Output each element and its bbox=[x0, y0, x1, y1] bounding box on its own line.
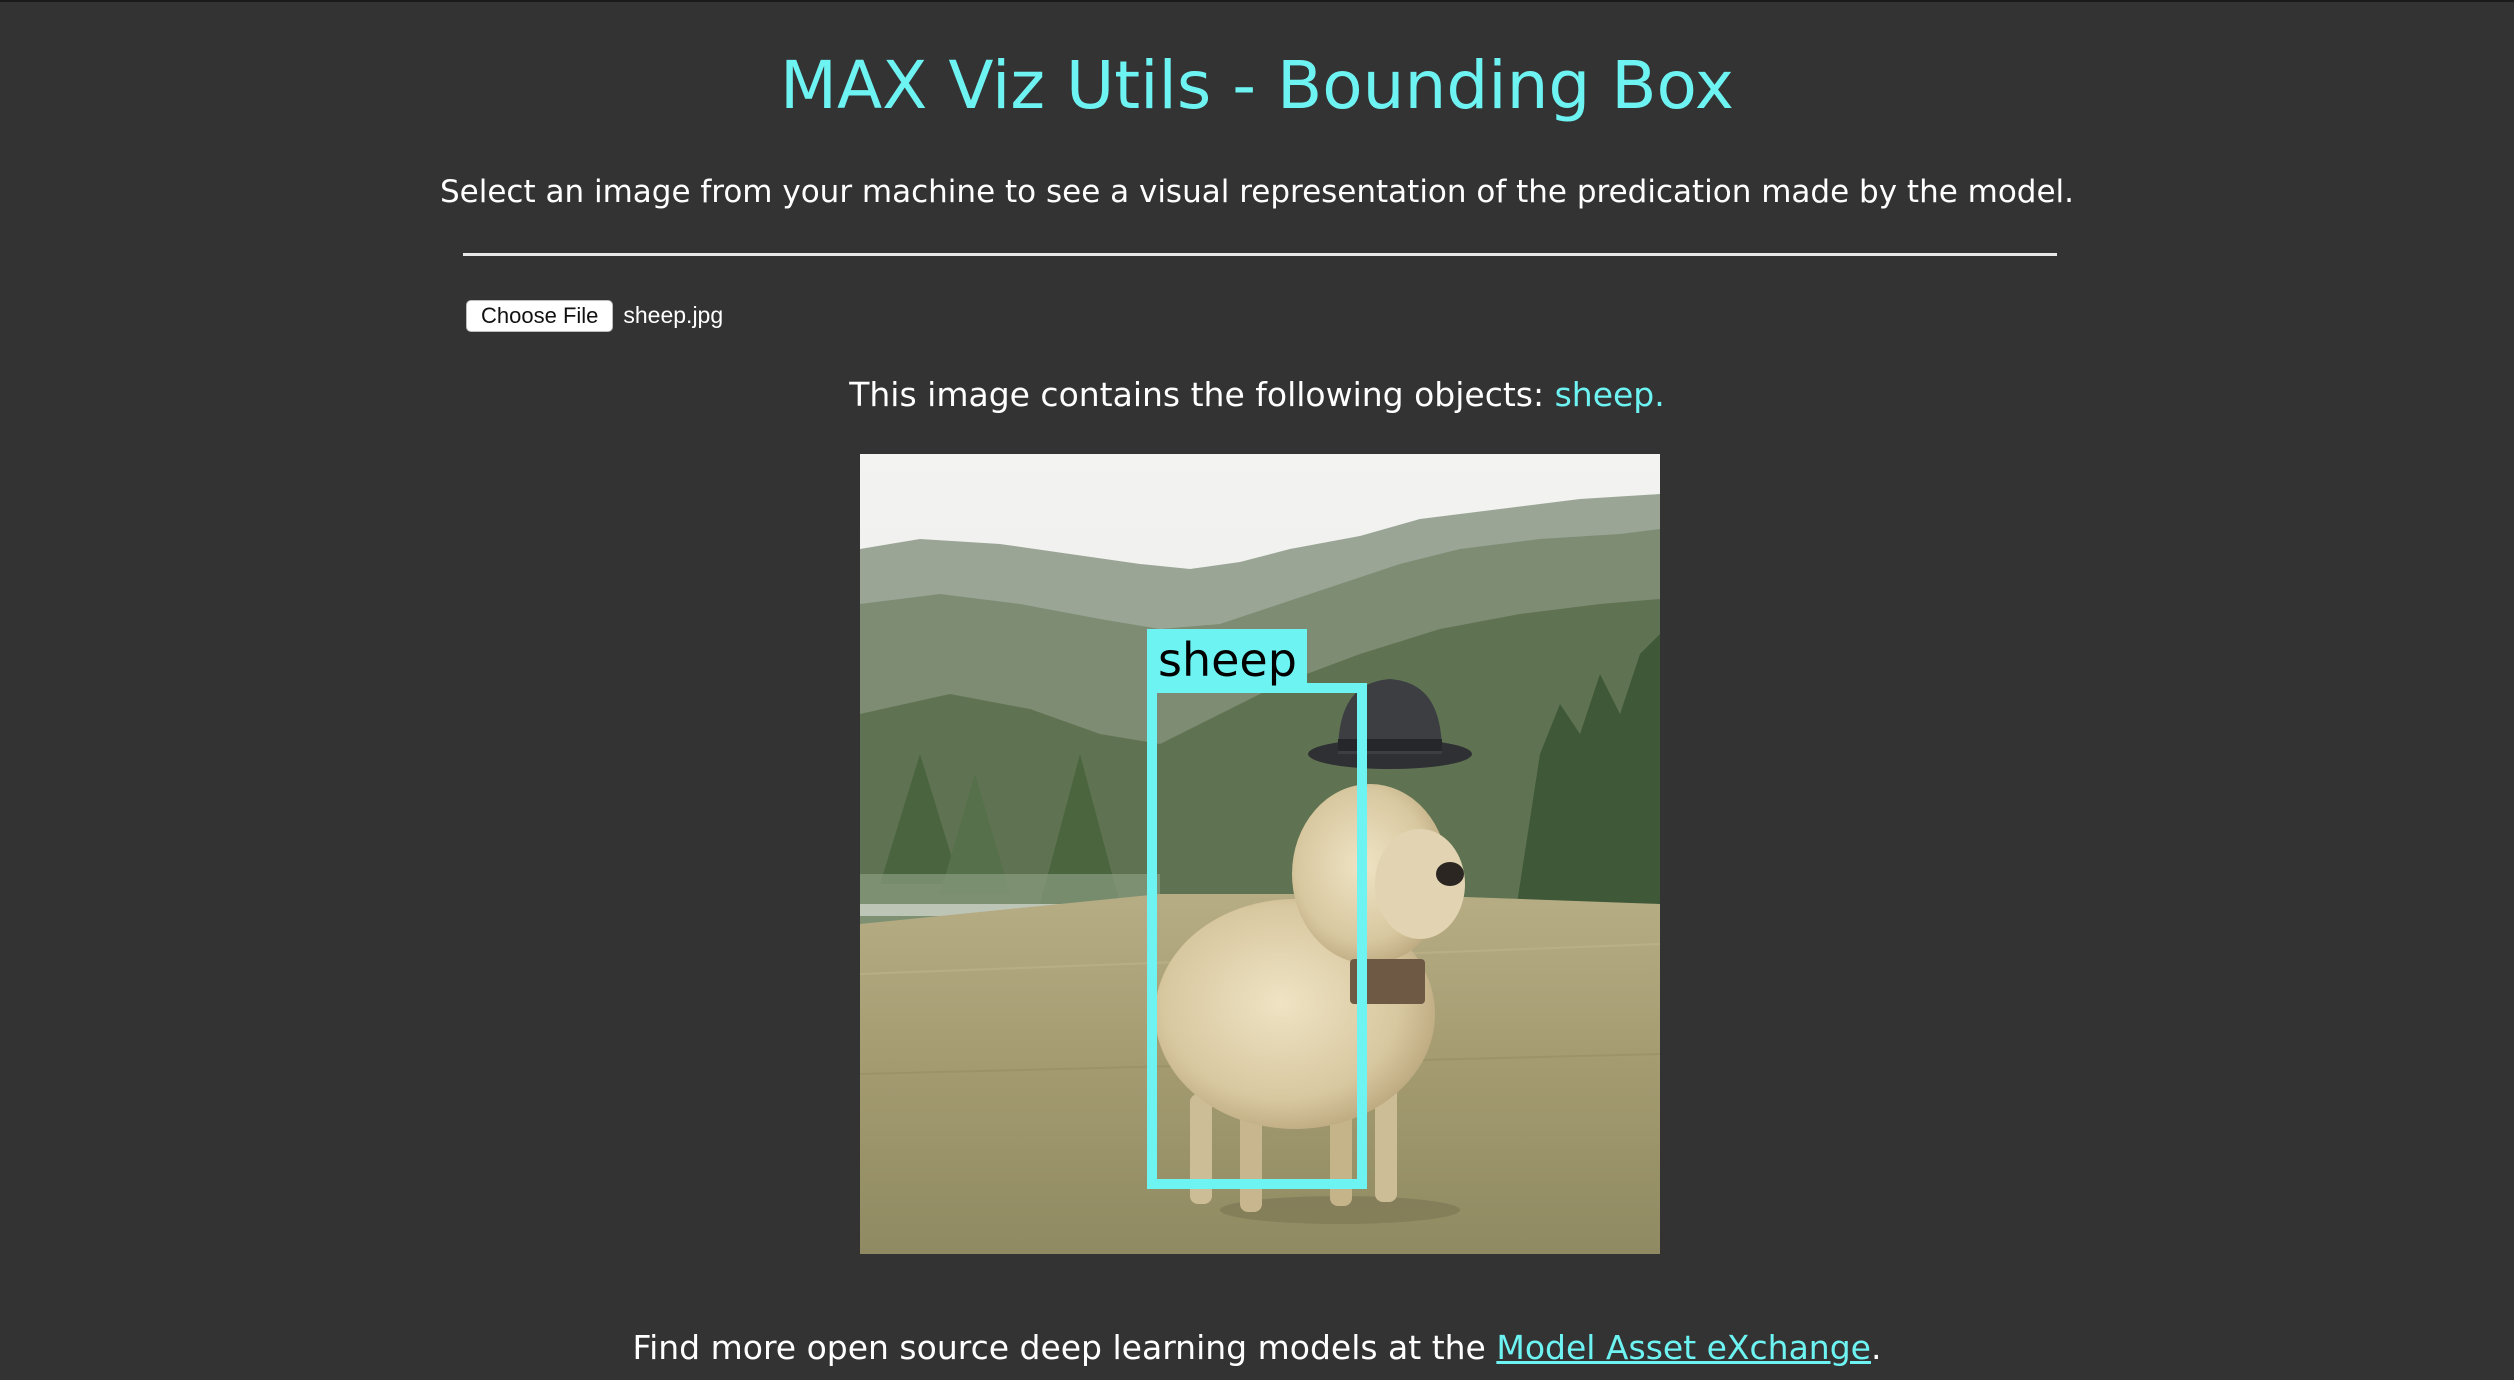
divider bbox=[463, 253, 2057, 256]
footer-prefix: Find more open source deep learning mode… bbox=[632, 1328, 1497, 1367]
page-description: Select an image from your machine to see… bbox=[439, 174, 2075, 210]
footer-suffix: . bbox=[1870, 1328, 1882, 1367]
hat-band bbox=[1338, 739, 1442, 751]
file-input[interactable]: Choose File sheep.jpg bbox=[466, 299, 723, 332]
detection-summary: This image contains the following object… bbox=[0, 374, 2514, 416]
annotated-image-canvas: sheep bbox=[860, 454, 1660, 1254]
bounding-box-label: sheep bbox=[1158, 633, 1297, 687]
footer-text: Find more open source deep learning mode… bbox=[0, 1327, 2514, 1369]
model-asset-exchange-link[interactable]: Model Asset eXchange bbox=[1496, 1328, 1871, 1367]
detected-objects: sheep. bbox=[1554, 375, 1665, 414]
sheep-nose bbox=[1436, 862, 1464, 886]
detection-summary-prefix: This image contains the following object… bbox=[849, 375, 1555, 414]
page-title: MAX Viz Utils - Bounding Box bbox=[780, 47, 1734, 124]
choose-file-button[interactable]: Choose File bbox=[466, 299, 614, 332]
selected-file-name: sheep.jpg bbox=[623, 302, 724, 328]
annotated-image: sheep bbox=[860, 454, 1660, 1254]
